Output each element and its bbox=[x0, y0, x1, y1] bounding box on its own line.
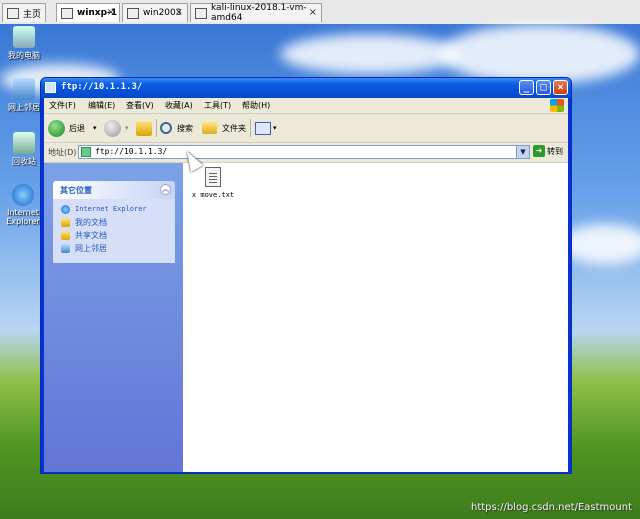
other-places-header[interactable]: 其它位置 ︽ bbox=[53, 181, 175, 199]
vm-tab-label: kali-linux-2018.1-vm-amd64 bbox=[211, 3, 307, 23]
collapse-icon[interactable]: ︽ bbox=[160, 184, 171, 195]
menu-help[interactable]: 帮助(H) bbox=[242, 100, 270, 111]
place-my-documents[interactable]: 我的文档 bbox=[61, 216, 107, 228]
place-label: 共享文档 bbox=[75, 230, 107, 240]
up-folder-icon bbox=[136, 120, 152, 136]
menu-view[interactable]: 查看(V) bbox=[126, 100, 154, 111]
place-label: Internet Explorer bbox=[75, 205, 147, 213]
address-input[interactable]: ftp://10.1.1.3/ ▼ bbox=[78, 145, 530, 159]
address-bar: 地址(D) ftp://10.1.1.3/ ▼ ➜ 转到 bbox=[44, 143, 568, 163]
ie-icon bbox=[61, 204, 70, 214]
vm-tab-bar: 主页 winxp-1 × win2003 × kali-linux-2018.1… bbox=[0, 0, 640, 25]
chevron-down-icon[interactable]: ▾ bbox=[273, 124, 277, 132]
folder-icon bbox=[202, 122, 217, 134]
window-title: ftp://10.1.1.3/ bbox=[61, 82, 143, 92]
other-places-list: Internet Explorer 我的文档 共享文档 网上邻居 bbox=[53, 199, 175, 263]
other-places-panel: 其它位置 ︽ Internet Explorer 我的文档 共享文档 网上邻居 bbox=[53, 181, 175, 263]
forward-arrow-icon bbox=[104, 119, 121, 137]
desktop-icon-label: 我的电脑 bbox=[8, 51, 40, 60]
toolbar: 后退 ▾ ▾ 搜索 文件夹 ▾ bbox=[44, 114, 568, 143]
place-label: 我的文档 bbox=[75, 217, 107, 227]
back-button[interactable]: 后退 ▾ bbox=[48, 118, 97, 138]
desktop-icon-my-computer[interactable]: 我的电脑 bbox=[2, 26, 46, 61]
forward-button[interactable]: ▾ bbox=[104, 118, 129, 138]
windows-logo-icon bbox=[550, 99, 564, 112]
vm-icon bbox=[195, 7, 207, 19]
watermark: https://blog.csdn.net/Eastmount bbox=[470, 502, 632, 513]
back-label: 后退 bbox=[69, 123, 85, 133]
go-label: 转到 bbox=[547, 146, 563, 156]
place-internet-explorer[interactable]: Internet Explorer bbox=[61, 203, 147, 215]
chevron-down-icon[interactable]: ▾ bbox=[125, 124, 129, 132]
network-icon bbox=[13, 78, 35, 100]
vm-icon bbox=[127, 7, 139, 19]
vm-tab-win2003[interactable]: win2003 × bbox=[122, 3, 188, 22]
chevron-down-icon[interactable]: ▼ bbox=[516, 146, 529, 158]
file-name: x move.txt bbox=[191, 191, 235, 199]
panel-title: 其它位置 bbox=[60, 186, 92, 195]
documents-folder-icon bbox=[61, 217, 70, 227]
back-arrow-icon bbox=[48, 119, 65, 137]
menu-file[interactable]: 文件(F) bbox=[49, 100, 76, 111]
vm-tab-winxp[interactable]: winxp-1 × bbox=[56, 3, 120, 22]
views-icon bbox=[255, 121, 271, 135]
computer-icon bbox=[13, 26, 35, 48]
chevron-down-icon[interactable]: ▾ bbox=[93, 124, 97, 132]
up-folder-button[interactable] bbox=[136, 118, 152, 138]
vm-tab-label: 主页 bbox=[23, 9, 42, 20]
menu-edit[interactable]: 编辑(E) bbox=[88, 100, 115, 111]
desktop-icon-label: Internet Explorer bbox=[6, 208, 40, 226]
minimize-button[interactable]: _ bbox=[519, 80, 534, 95]
vm-tab-home[interactable]: 主页 bbox=[2, 3, 46, 22]
network-icon bbox=[61, 243, 70, 253]
window-icon bbox=[45, 82, 56, 93]
menu-bar: 文件(F) 编辑(E) 查看(V) 收藏(A) 工具(T) 帮助(H) bbox=[44, 98, 568, 114]
close-icon[interactable]: × bbox=[175, 7, 183, 18]
close-icon[interactable]: × bbox=[309, 7, 317, 18]
address-label: 地址(D) bbox=[48, 148, 77, 157]
title-bar[interactable]: ftp://10.1.1.3/ _ □ × bbox=[41, 78, 571, 98]
ie-icon bbox=[12, 184, 34, 206]
go-arrow-icon: ➜ bbox=[533, 145, 545, 157]
address-value: ftp://10.1.1.3/ bbox=[95, 147, 168, 156]
place-shared-documents[interactable]: 共享文档 bbox=[61, 229, 107, 241]
vm-tab-kali[interactable]: kali-linux-2018.1-vm-amd64 × bbox=[190, 3, 322, 23]
file-item[interactable]: x move.txt bbox=[187, 167, 239, 199]
window-body: 文件(F) 编辑(E) 查看(V) 收藏(A) 工具(T) 帮助(H) 后退 ▾… bbox=[44, 98, 568, 472]
task-pane: 其它位置 ︽ Internet Explorer 我的文档 共享文档 网上邻居 bbox=[44, 163, 183, 472]
text-file-icon bbox=[205, 167, 221, 187]
menu-tools[interactable]: 工具(T) bbox=[204, 100, 231, 111]
folders-label: 文件夹 bbox=[222, 123, 246, 133]
views-button[interactable]: ▾ bbox=[255, 118, 277, 138]
search-icon bbox=[160, 122, 172, 134]
explorer-window: ftp://10.1.1.3/ _ □ × 文件(F) 编辑(E) 查看(V) … bbox=[40, 77, 572, 474]
maximize-button[interactable]: □ bbox=[536, 80, 551, 95]
go-button[interactable]: ➜ 转到 bbox=[533, 145, 563, 157]
search-button[interactable]: 搜索 bbox=[160, 118, 193, 138]
vm-icon bbox=[61, 7, 73, 19]
close-icon[interactable]: × bbox=[107, 7, 115, 18]
desktop-icon-label: 网上邻居 bbox=[8, 103, 40, 112]
place-network[interactable]: 网上邻居 bbox=[61, 242, 107, 254]
search-label: 搜索 bbox=[177, 123, 193, 133]
desktop-icon-label: 回收站 bbox=[12, 157, 36, 166]
ftp-folder-icon bbox=[81, 147, 91, 157]
place-label: 网上邻居 bbox=[75, 243, 107, 253]
close-button[interactable]: × bbox=[553, 80, 568, 95]
recycle-bin-icon bbox=[13, 132, 35, 154]
menu-favorites[interactable]: 收藏(A) bbox=[165, 100, 193, 111]
home-icon bbox=[7, 7, 19, 19]
folders-button[interactable]: 文件夹 bbox=[202, 118, 246, 138]
file-list: x move.txt bbox=[183, 163, 568, 472]
shared-folder-icon bbox=[61, 230, 70, 240]
